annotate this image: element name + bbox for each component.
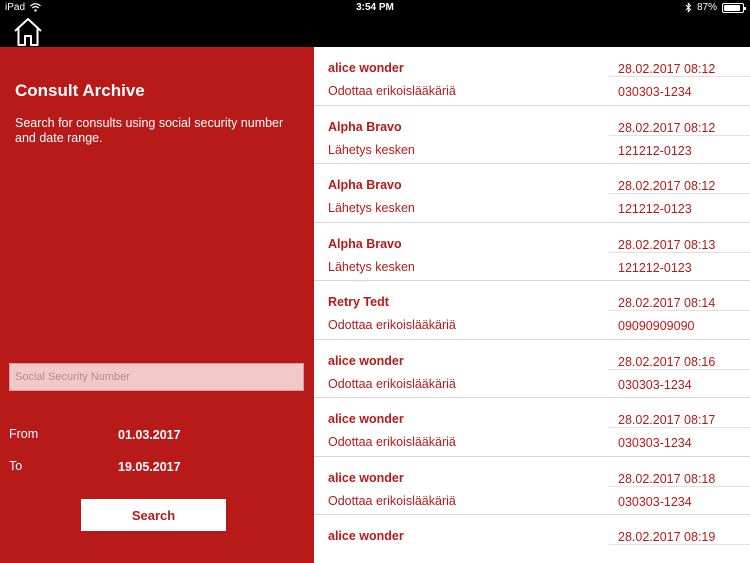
consult-row[interactable]: alice wonder Odottaa erikoislääkäriä 28.02… [314,457,750,515]
status-right: 87% [685,2,746,13]
to-label: To [9,459,23,473]
row-divider [609,193,750,194]
consult-status: Odottaa erikoislääkäriä [328,376,456,391]
consult-patient-name: Retry Tedt [328,295,389,309]
consult-patient-name: alice wonder [328,353,404,368]
consult-ssn: 030303-1234 [618,377,692,392]
status-bar: iPad 3:54 PM 87% [0,0,750,16]
consult-ssn: 030303-1234 [618,494,692,509]
home-icon[interactable] [13,17,43,47]
consult-row[interactable]: Retry Tedt Odottaa erikoislääkäriä 28.02.2… [314,281,750,340]
consult-date: 28.02.2017 08:12 [618,62,716,76]
consult-patient-name: alice wonder [328,470,404,485]
consult-patient-name: alice wonder [328,412,404,426]
bluetooth-icon [685,2,692,13]
to-date-value[interactable]: 19.05.2017 [118,460,181,474]
consult-status: Odottaa erikoislääkäriä [328,435,456,449]
from-date-value[interactable]: 01.03.2017 [118,428,181,442]
row-divider [609,485,750,487]
row-divider [609,310,750,311]
consult-ssn: 030303-1234 [618,85,692,99]
battery-icon [722,2,746,13]
consult-patient-name: Alpha Bravo [328,236,402,251]
consult-status: Lähetys kesken [328,142,415,157]
consult-list[interactable]: alice wonder Odottaa erikoislääkäriä 28.02… [314,47,750,563]
page-title: Consult Archive [15,81,145,100]
consult-row[interactable]: Alpha Bravo Lähetys kesken 28.02.2017 08:1… [314,223,750,281]
consult-status: Lähetys kesken [328,259,415,274]
status-time: 3:54 PM [356,2,394,13]
consult-date: 28.02.2017 08:18 [618,471,716,486]
battery-fill [724,4,740,11]
from-label: From [9,427,39,441]
consult-ssn: 121212-0123 [618,260,692,275]
consult-date: 28.02.2017 08:16 [618,354,716,369]
row-divider [609,427,750,428]
search-panel: Consult Archive Search for consults usin… [0,47,314,563]
battery-percent: 87% [696,2,717,13]
consult-patient-name: Alpha Bravo [328,178,402,192]
consult-ssn: 030303-1234 [618,436,692,450]
consult-row[interactable]: alice wonder Odottaa erikoislääkäriä 28.02… [314,340,750,398]
consult-row[interactable]: Alpha Bravo Lähetys kesken 28.02.2017 08:1… [314,164,750,223]
consult-date: 28.02.2017 08:12 [618,179,716,193]
consult-ssn: 121212-0123 [618,143,692,158]
search-button[interactable]: Search [81,499,226,531]
nav-bar [0,16,750,47]
consult-status: Odottaa erikoislääkäriä [328,493,456,508]
consult-ssn: 09090909090 [618,319,695,333]
row-divider [609,134,750,136]
consult-row[interactable]: Alpha Bravo Lähetys kesken 28.02.2017 08:1… [314,106,750,164]
consult-patient-name: Alpha Bravo [328,119,402,134]
consult-date: 28.02.2017 08:13 [618,237,716,252]
consult-patient-name: alice wonder [328,529,404,543]
consult-date: 28.02.2017 08:17 [618,413,716,427]
consult-date: 28.02.2017 08:12 [618,120,716,135]
ssn-input[interactable] [9,363,304,391]
row-divider [609,368,750,370]
consult-row[interactable]: alice wonder Odottaa erikoislääkäriä 28.02… [314,398,750,457]
consult-status: Odottaa erikoislääkäriä [328,84,456,98]
row-divider [609,544,750,545]
consult-ssn: 121212-0123 [618,202,692,216]
consult-patient-name: alice wonder [328,61,404,75]
consult-date: 28.02.2017 08:14 [618,296,716,310]
consult-status: Odottaa erikoislääkäriä [328,318,456,332]
consult-row[interactable]: alice wonder Odottaa erikoislääkäriä 28.02… [314,47,750,106]
row-divider [609,76,750,77]
consult-status: Lähetys kesken [328,201,415,215]
consult-date: 28.02.2017 08:19 [618,530,716,544]
search-description: Search for consults using social securit… [15,116,284,145]
row-divider [609,251,750,253]
consult-row[interactable]: alice wonder 28.02.2017 08:19 [314,515,750,563]
